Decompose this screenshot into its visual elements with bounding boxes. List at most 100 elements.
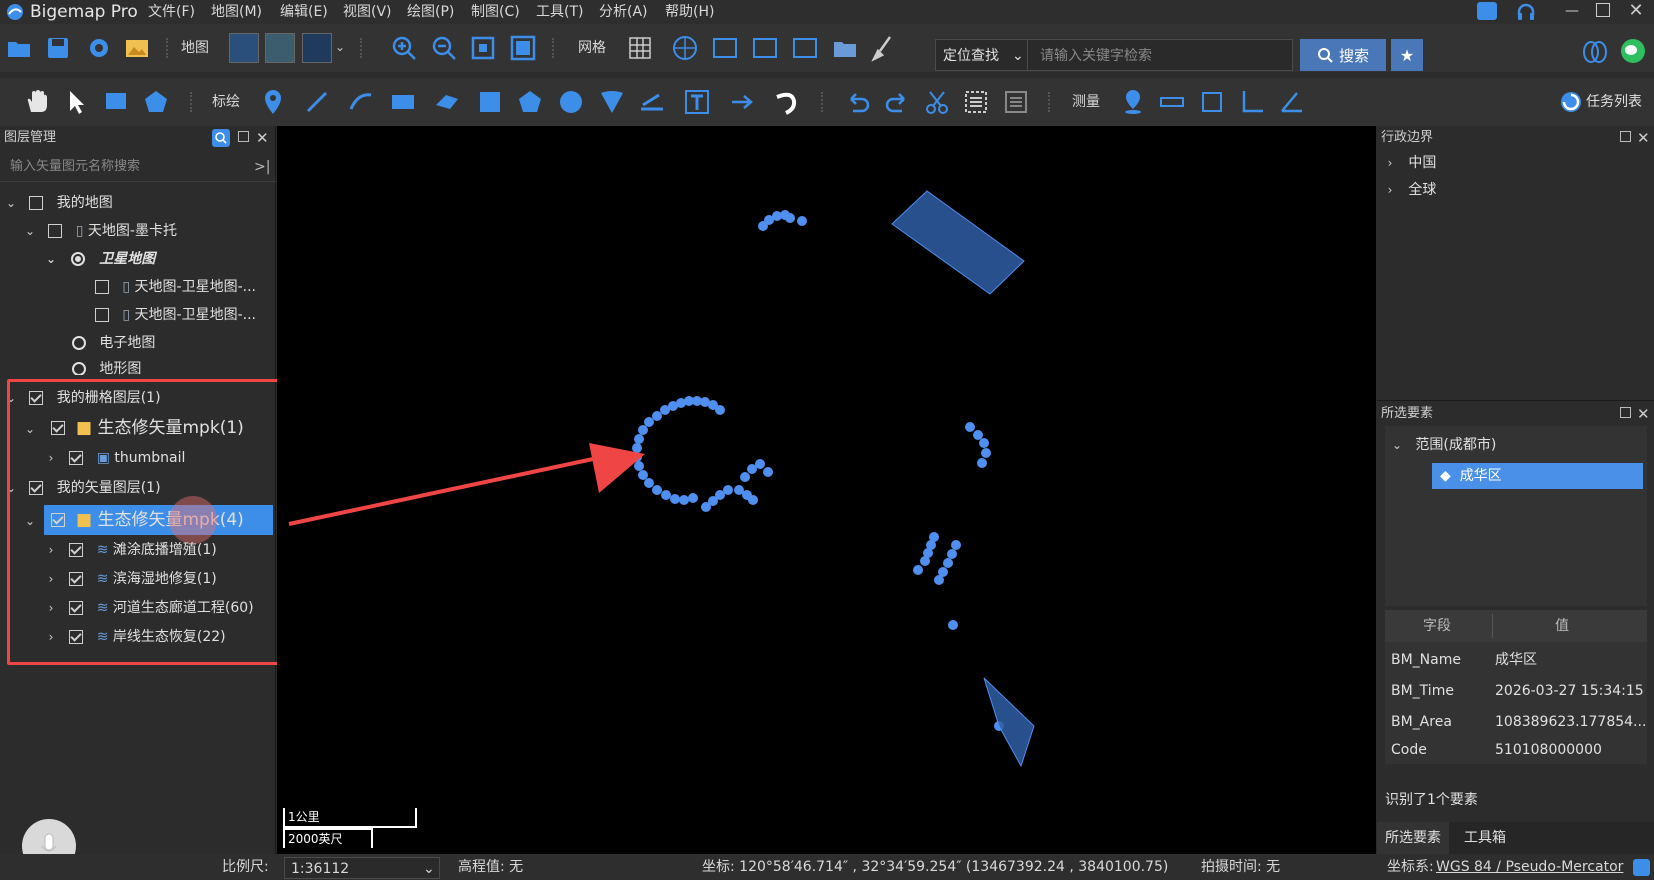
chevron-right-icon[interactable]: › [1385, 149, 1395, 177]
measure-point-icon[interactable] [1118, 87, 1148, 117]
map-thumb-3-icon[interactable] [302, 33, 332, 63]
float-panel-icon[interactable] [1620, 407, 1631, 418]
pan-hand-icon[interactable] [22, 87, 52, 117]
chevron-right-icon[interactable]: › [1385, 176, 1395, 204]
restore-icon[interactable] [1596, 3, 1610, 17]
chevron-down-icon[interactable]: ⌄ [1392, 431, 1402, 459]
float-panel-icon[interactable] [238, 131, 249, 142]
favorite-star-button[interactable]: ★ [1391, 39, 1423, 71]
undo-icon[interactable] [843, 87, 873, 117]
save-icon[interactable] [43, 33, 73, 63]
buffer-icon[interactable] [637, 87, 667, 117]
wechat-icon[interactable] [1620, 38, 1646, 64]
attribute-table-icon[interactable] [1001, 87, 1031, 117]
menu-tools[interactable]: 工具(T) [536, 0, 583, 24]
select-pointer-icon[interactable] [61, 87, 91, 117]
menu-help[interactable]: 帮助(H) [665, 0, 714, 24]
tab-selected-features[interactable]: 所选要素 [1377, 822, 1449, 854]
chevron-down-icon[interactable]: ⌄ [46, 245, 56, 273]
curved-arrow-icon[interactable] [772, 87, 802, 117]
collapse-search-icon[interactable]: >| [254, 152, 270, 182]
crs-link[interactable]: WGS 84 / Pseudo-Mercator [1436, 854, 1623, 880]
checkbox[interactable] [48, 224, 63, 238]
sector-icon[interactable] [597, 87, 627, 117]
redo-icon[interactable] [882, 87, 912, 117]
chevron-down-icon[interactable]: ⌄ [25, 217, 35, 245]
circle-icon[interactable] [556, 87, 586, 117]
open-folder-icon[interactable] [4, 33, 34, 63]
menu-map[interactable]: 地图(M) [211, 0, 262, 24]
tree-satellite[interactable]: ⌄ 卫星地图 [46, 245, 155, 273]
zoom-extent-icon[interactable] [468, 33, 498, 63]
mgrs-grid-icon[interactable] [790, 33, 820, 63]
chevron-down-icon[interactable]: ⌄ [335, 40, 345, 54]
admin-item-global[interactable]: › 全球 [1385, 176, 1437, 204]
close-panel-icon[interactable]: ✕ [256, 126, 269, 150]
curve-icon[interactable] [346, 87, 376, 117]
checkbox[interactable] [29, 196, 44, 210]
marker-icon[interactable] [258, 87, 288, 117]
measure-angle-icon[interactable] [1237, 87, 1267, 117]
zoom-out-icon[interactable] [429, 33, 459, 63]
tree-terrain[interactable]: 地形图 [72, 355, 141, 375]
share-icon[interactable] [1582, 40, 1608, 64]
polygon-select-icon[interactable] [141, 87, 171, 117]
text-icon[interactable] [682, 87, 712, 117]
close-panel-icon[interactable]: ✕ [1637, 126, 1650, 150]
tab-toolbox[interactable]: 工具箱 [1449, 822, 1521, 854]
measure-area-icon[interactable] [1197, 87, 1227, 117]
map-thumb-1-icon[interactable] [229, 33, 259, 63]
radio[interactable] [72, 336, 86, 350]
menu-cartography[interactable]: 制图(C) [471, 0, 520, 24]
measure-distance-icon[interactable] [1157, 87, 1187, 117]
select-list-icon[interactable] [961, 87, 991, 117]
close-panel-icon[interactable]: ✕ [1637, 402, 1650, 426]
layer-search-input[interactable]: 输入矢量图元名称搜索 [0, 152, 276, 182]
message-icon[interactable] [1477, 2, 1497, 20]
tree-my-map[interactable]: ⌄ 我的地图 [6, 189, 113, 217]
latlng-grid-icon[interactable] [670, 33, 700, 63]
menu-draw[interactable]: 绘图(P) [407, 0, 454, 24]
admin-item-china[interactable]: › 中国 [1385, 149, 1437, 177]
map-thumb-2-icon[interactable] [265, 33, 295, 63]
tree-tianditu[interactable]: ⌄ ▯ 天地图-墨卡托 [25, 217, 177, 245]
measure-azimuth-icon[interactable] [1277, 87, 1307, 117]
clear-brush-icon[interactable] [868, 33, 898, 63]
image-icon[interactable] [122, 33, 152, 63]
radio[interactable] [72, 362, 86, 375]
tree-sat-child-2[interactable]: ▯ 天地图-卫星地图-... [95, 301, 256, 329]
task-list-button[interactable]: 任务列表 [1560, 89, 1642, 115]
grid-icon[interactable] [625, 33, 655, 63]
checkbox[interactable] [95, 308, 109, 322]
nxm-grid-icon[interactable] [750, 33, 780, 63]
selected-group[interactable]: ⌄ 范围(成都市) [1392, 431, 1496, 459]
zoom-in-icon[interactable] [389, 33, 419, 63]
chevron-down-icon[interactable]: ⌄ [6, 189, 16, 217]
layer-search-icon[interactable] [212, 129, 230, 147]
menu-analysis[interactable]: 分析(A) [599, 0, 648, 24]
tree-electronic[interactable]: 电子地图 [72, 329, 155, 357]
rectangle-icon[interactable] [388, 87, 418, 117]
arrow-icon[interactable] [728, 87, 758, 117]
full-extent-icon[interactable] [508, 33, 538, 63]
scale-select[interactable]: 1:36112 ⌄ [284, 857, 440, 879]
tree-sat-child-1[interactable]: ▯ 天地图-卫星地图-... [95, 273, 256, 301]
radio-selected[interactable] [70, 252, 85, 266]
menu-file[interactable]: 文件(F) [148, 0, 195, 24]
menu-edit[interactable]: 编辑(E) [280, 0, 328, 24]
float-panel-icon[interactable] [1620, 131, 1631, 142]
pentagon-icon[interactable] [515, 87, 545, 117]
settings-gear-icon[interactable] [1633, 859, 1650, 876]
headset-icon[interactable] [1516, 2, 1536, 22]
box-select-icon[interactable] [101, 87, 131, 117]
minimize-icon[interactable]: — [1562, 0, 1582, 24]
locate-dropdown[interactable]: 定位查找 ⌄ [935, 39, 1027, 71]
selected-item[interactable]: ◆ 成华区 [1432, 463, 1643, 489]
folder-icon[interactable] [830, 33, 860, 63]
square-icon[interactable] [475, 87, 505, 117]
freehand-icon[interactable] [432, 87, 462, 117]
checkbox[interactable] [95, 280, 109, 294]
cut-scissors-icon[interactable] [922, 87, 952, 117]
map-canvas[interactable]: 1公里 2000英尺 [277, 126, 1376, 854]
search-button[interactable]: 搜索 [1300, 39, 1386, 71]
